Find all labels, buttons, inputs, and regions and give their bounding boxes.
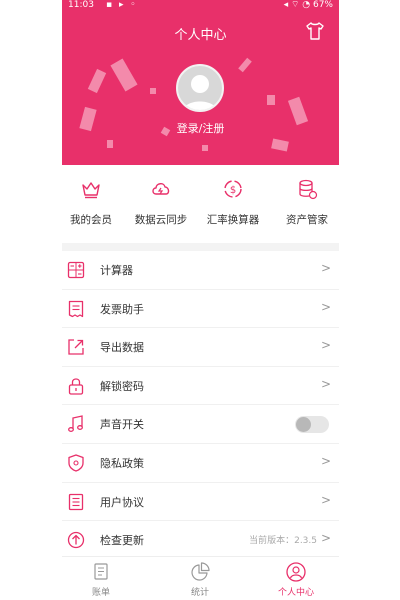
sound-toggle[interactable] (295, 416, 329, 434)
profile-screen: 11:03 ▪ ▸ ◦ ◂ ⌔ ◔ 67% 个人中心 登录/注册 我的会员 数据… (62, 0, 339, 600)
page-title: 个人中心 (174, 28, 227, 43)
cloud-sync-icon (152, 183, 170, 195)
quick-action-label: 汇率换算器 (206, 214, 260, 226)
toggle-knob (296, 417, 311, 433)
tab-label: 统计 (190, 588, 209, 598)
settings-list: 计算器 > 发票助手 > 导出数据 > 解锁密码 > 声音开关 隐私政策 > 用… (62, 251, 339, 560)
chevron-right-icon: > (320, 531, 331, 546)
profile-header: 11:03 ▪ ▸ ◦ ◂ ⌔ ◔ 67% 个人中心 登录/注册 (62, 0, 339, 165)
menu-item-label: 检查更新 (100, 534, 144, 548)
menu-item-invoice[interactable]: 发票助手 > (62, 290, 339, 329)
status-time: 11:03 (68, 0, 94, 10)
document-icon (68, 493, 84, 510)
chevron-right-icon: > (320, 453, 331, 468)
menu-item-label: 计算器 (100, 264, 133, 277)
menu-item-export[interactable]: 导出数据 > (62, 328, 339, 367)
chevron-right-icon: > (320, 492, 331, 507)
menu-item-unlock-password[interactable]: 解锁密码 > (62, 367, 339, 406)
menu-item-privacy[interactable]: 隐私政策 > (62, 444, 339, 483)
confetti-decoration (238, 57, 252, 73)
quick-action-label: 我的会员 (70, 214, 112, 226)
status-bar: 11:03 ▪ ▸ ◦ ◂ ⌔ ◔ 67% (62, 0, 339, 12)
confetti-decoration (110, 58, 138, 92)
pie-chart-icon (191, 562, 210, 581)
export-data-icon (68, 339, 84, 355)
asset-database-icon (299, 179, 318, 200)
menu-item-label: 解锁密码 (100, 379, 144, 393)
menu-item-sound: 声音开关 (62, 405, 339, 444)
chevron-right-icon: > (320, 299, 331, 314)
avatar[interactable] (176, 64, 224, 112)
quick-actions: 我的会员 数据云同步 $ 汇率换算器 资产管家 (62, 178, 339, 238)
confetti-decoration (107, 140, 113, 148)
tab-label: 账单 (91, 588, 110, 598)
confetti-decoration (202, 145, 208, 151)
tab-bills[interactable]: 账单 (71, 561, 131, 598)
chevron-right-icon: > (320, 261, 331, 275)
update-arrow-icon (67, 532, 85, 549)
confetti-decoration (150, 88, 156, 94)
signal-icons: ◂ ⌔ ◔ (283, 0, 313, 10)
section-divider (62, 243, 339, 251)
menu-item-label: 隐私政策 (100, 456, 144, 470)
user-profile-icon (286, 562, 306, 582)
menu-item-label: 声音开关 (100, 418, 144, 432)
tshirt-icon[interactable] (305, 22, 325, 40)
currency-exchange-icon: $ (224, 180, 242, 198)
crown-icon (82, 182, 100, 199)
tab-statistics[interactable]: 统计 (170, 561, 230, 598)
quick-action-membership[interactable]: 我的会员 (62, 178, 126, 227)
tab-label: 个人中心 (277, 588, 314, 598)
tab-profile[interactable]: 个人中心 (266, 561, 326, 598)
svg-text:$: $ (230, 185, 236, 196)
bottom-tab-bar: 账单 统计 个人中心 (62, 556, 339, 600)
menu-item-label: 导出数据 (100, 341, 144, 355)
lock-icon (68, 378, 84, 395)
chevron-right-icon: > (320, 338, 331, 353)
quick-action-assets[interactable]: 资产管家 (272, 178, 339, 227)
login-register-link[interactable]: 登录/注册 (62, 120, 339, 136)
menu-item-user-agreement[interactable]: 用户协议 > (62, 483, 339, 522)
user-silhouette-icon (182, 75, 218, 110)
quick-action-cloud-sync[interactable]: 数据云同步 (126, 178, 196, 227)
menu-item-check-update[interactable]: 检查更新 当前版本：2.3.5 > (62, 521, 339, 560)
battery-percent: 67% (312, 0, 333, 10)
quick-action-currency[interactable]: $ 汇率换算器 (198, 178, 268, 227)
current-version: 当前版本：2.3.5 (249, 536, 317, 547)
shield-icon (68, 454, 84, 472)
menu-item-label: 发票助手 (100, 302, 144, 316)
confetti-decoration (267, 95, 275, 105)
menu-item-label: 用户协议 (100, 495, 144, 509)
confetti-decoration (271, 138, 289, 152)
quick-action-label: 资产管家 (286, 214, 328, 226)
confetti-decoration (87, 68, 107, 94)
menu-item-calculator[interactable]: 计算器 > (62, 251, 339, 290)
quick-action-label: 数据云同步 (134, 214, 188, 226)
music-note-icon (68, 415, 83, 433)
invoice-icon (68, 300, 84, 317)
battery-status: ◂ ⌔ ◔ 67% (284, 0, 333, 11)
ledger-icon (94, 563, 108, 580)
calculator-icon (67, 261, 85, 279)
notification-icons: ▪ ▸ ◦ (106, 0, 138, 10)
chevron-right-icon: > (320, 376, 331, 391)
